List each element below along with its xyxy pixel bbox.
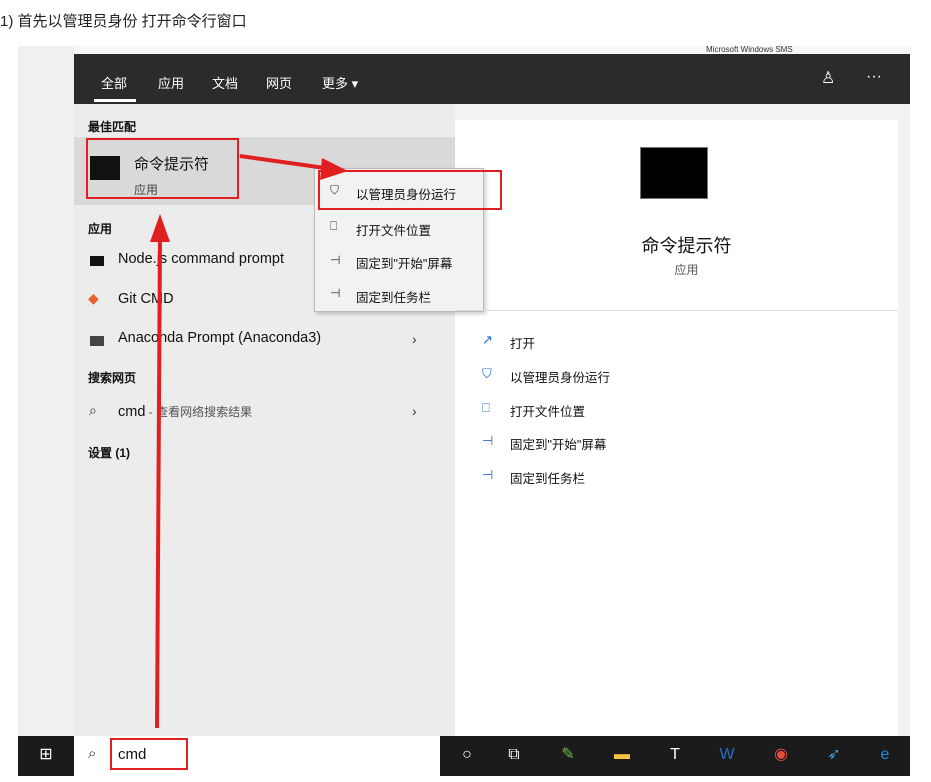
annotation-arrows [150,154,348,729]
